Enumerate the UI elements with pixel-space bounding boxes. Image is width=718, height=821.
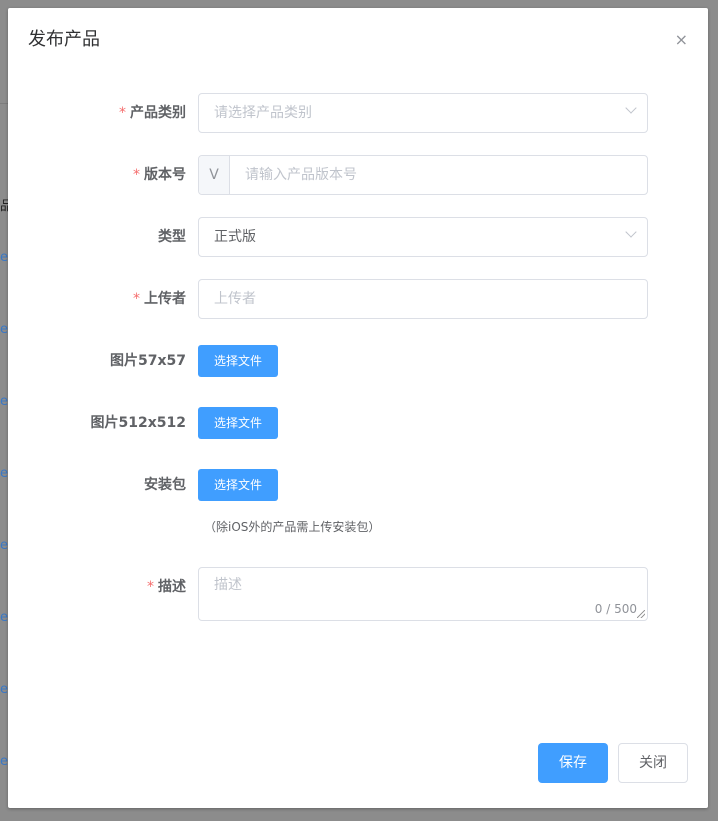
close-icon[interactable]: ×: [675, 30, 688, 49]
type-select[interactable]: 正式版: [198, 217, 648, 257]
required-mark: *: [147, 579, 154, 595]
bg-link: e: [0, 394, 8, 409]
chevron-down-icon: [625, 226, 637, 238]
version-input[interactable]: V 请输入产品版本号: [198, 155, 648, 195]
category-row: * 产品类别 请选择产品类别: [8, 93, 708, 133]
chevron-down-icon: [625, 102, 637, 114]
version-prefix: V: [199, 156, 230, 194]
type-label: 类型: [158, 229, 186, 245]
char-counter: 0 / 500: [594, 602, 637, 616]
bg-link: e: [0, 322, 8, 337]
package-select-file-button[interactable]: 选择文件: [198, 469, 278, 501]
image512-row: 图片512x512 选择文件: [8, 403, 708, 443]
bg-link: e: [0, 610, 8, 625]
image512-select-file-button[interactable]: 选择文件: [198, 407, 278, 439]
type-row: 类型 正式版: [8, 217, 708, 257]
image57-select-file-button[interactable]: 选择文件: [198, 345, 278, 377]
version-label: * 版本号: [133, 167, 186, 183]
uploader-label: * 上传者: [133, 291, 186, 307]
description-placeholder: 描述: [214, 577, 242, 593]
bg-link: e: [0, 682, 8, 697]
version-row: * 版本号 V 请输入产品版本号: [8, 155, 708, 195]
type-value: 正式版: [214, 229, 256, 245]
close-button[interactable]: 关闭: [618, 743, 688, 783]
required-mark: *: [119, 105, 126, 121]
uploader-placeholder: 上传者: [214, 291, 256, 307]
resize-handle[interactable]: [637, 610, 645, 618]
category-label: * 产品类别: [119, 105, 186, 121]
category-select[interactable]: 请选择产品类别: [198, 93, 648, 133]
bg-link: e: [0, 250, 8, 265]
publish-product-dialog: 发布产品 × * 产品类别 请选择产品类别 * 版本号 V 请输入产品版本号 类型 …: [8, 8, 708, 808]
image57-label: 图片57x57: [110, 353, 186, 369]
description-label: * 描述: [147, 579, 186, 595]
required-mark: *: [133, 291, 140, 307]
category-placeholder: 请选择产品类别: [214, 105, 312, 121]
required-mark: *: [133, 167, 140, 183]
image512-label: 图片512x512: [90, 415, 186, 431]
description-textarea[interactable]: 描述 0 / 500: [198, 567, 648, 621]
description-row: * 描述 描述 0 / 500: [8, 567, 708, 621]
uploader-row: * 上传者 上传者: [8, 279, 708, 319]
package-hint: （除iOS外的产品需上传安装包）: [204, 520, 381, 534]
image57-row: 图片57x57 选择文件: [8, 341, 708, 381]
package-label: 安装包: [144, 477, 186, 493]
uploader-input[interactable]: 上传者: [198, 279, 648, 319]
bg-header-fragment: 品: [0, 199, 8, 214]
bg-divider: [0, 103, 8, 104]
bg-link: e: [0, 538, 8, 553]
package-row: 安装包 选择文件: [8, 465, 708, 505]
bg-link: e: [0, 466, 8, 481]
bg-link: e: [0, 754, 8, 769]
save-button[interactable]: 保存: [538, 743, 608, 783]
dialog-title: 发布产品: [28, 29, 100, 50]
version-placeholder: 请输入产品版本号: [245, 167, 357, 183]
